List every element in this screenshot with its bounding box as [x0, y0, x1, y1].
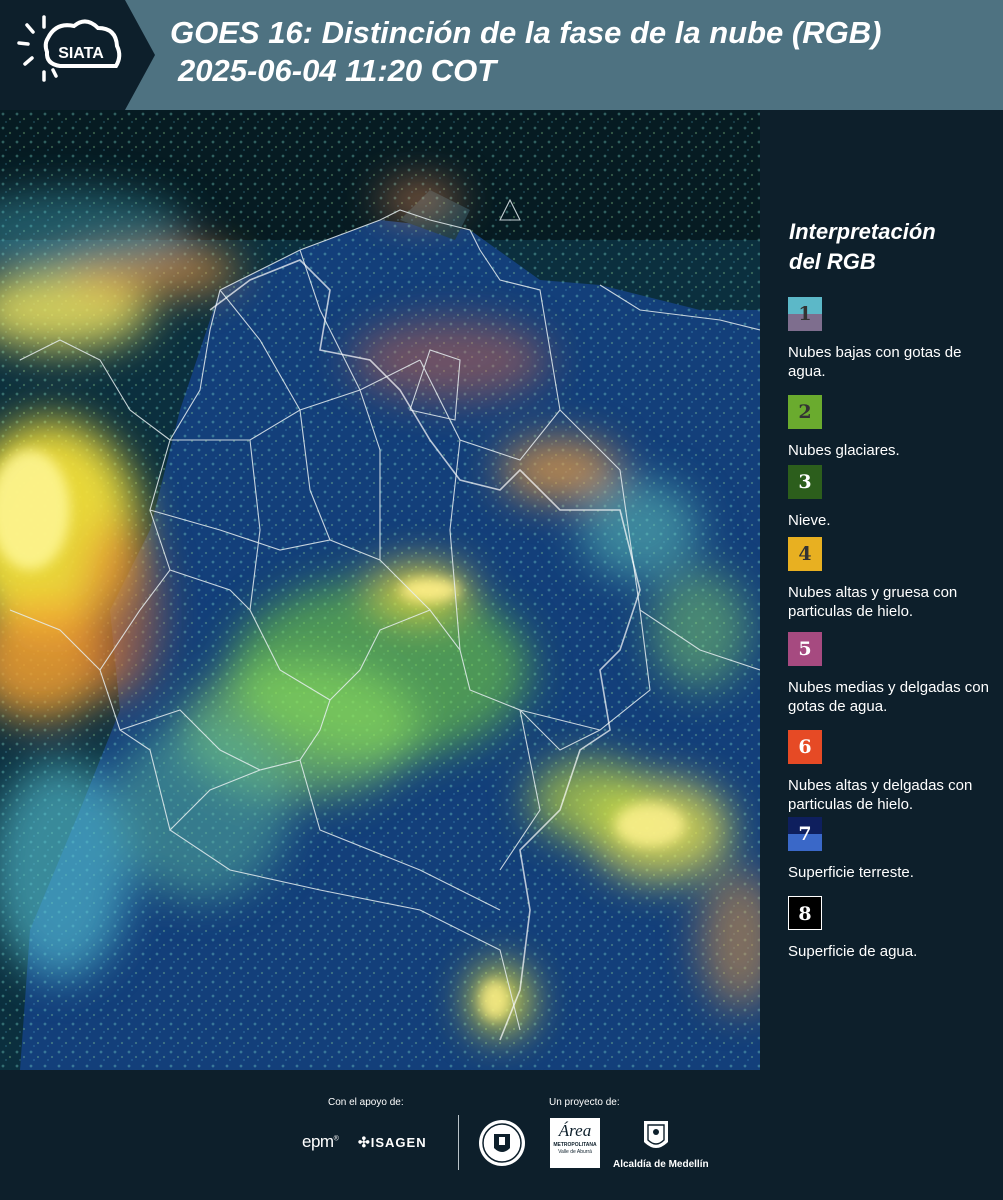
legend-label: Nubes bajas con gotas de agua.: [788, 344, 962, 380]
legend-swatch: 5: [788, 632, 822, 666]
amva-logo-subtext: METROPOLITANA: [553, 1142, 597, 1148]
legend-label: Nubes medias y delgadas con gotas de agu…: [788, 679, 989, 715]
legend-swatch: 7: [788, 817, 822, 851]
siata-logo: SIATA: [0, 0, 155, 110]
title-line-2: 2025-06-04 11:20 COT: [178, 53, 497, 88]
isagen-mark-icon: ✣: [358, 1134, 371, 1150]
epm-logo: epm®: [302, 1132, 339, 1151]
amva-logo: Área METROPOLITANA Valle de Aburrá: [550, 1118, 600, 1168]
legend-swatch: 8: [788, 896, 822, 930]
legend-item: 3 Nieve.: [788, 465, 1003, 530]
support-label: Con el apoyo de:: [328, 1097, 404, 1108]
legend-label: Superficie terreste.: [788, 864, 914, 881]
amva-logo-subtext-2: Valle de Aburrá: [558, 1149, 592, 1155]
isagen-logo-text: ISAGEN: [370, 1135, 427, 1150]
legend-label: Nubes altas y delgadas con particulas de…: [788, 777, 973, 813]
legend-item: 7 Superficie terreste.: [788, 817, 1003, 882]
medellin-seal-icon: [477, 1118, 527, 1168]
legend-swatch: 4: [788, 537, 822, 571]
project-label: Un proyecto de:: [549, 1097, 620, 1108]
legend-item: 6 Nubes altas y delgadas con particulas d…: [788, 730, 1003, 814]
legend-item: 8 Superficie de agua.: [788, 896, 1003, 961]
legend-item: 4 Nubes altas y gruesa con particulas de …: [788, 537, 1003, 621]
legend-swatch-number: 4: [798, 543, 812, 565]
legend-swatch-number: 7: [798, 823, 812, 845]
legend-swatch-number: 8: [798, 903, 812, 925]
legend-swatch: 6: [788, 730, 822, 764]
legend-swatch-number: 2: [798, 401, 812, 423]
legend-item: 2 Nubes glaciares.: [788, 395, 1003, 460]
legend-swatch: 2: [788, 395, 822, 429]
alcaldia-shield-icon: [641, 1118, 671, 1156]
alcaldia-logo-text: Alcaldía de Medellín: [613, 1159, 709, 1170]
legend-label: Nieve.: [788, 512, 831, 529]
legend-title-line-1: Interpretación: [789, 219, 936, 244]
footer: Con el apoyo de: Un proyecto de: epm® ✣I…: [0, 1070, 1003, 1200]
legend-label: Nubes glaciares.: [788, 442, 900, 459]
legend-title-line-2: del RGB: [789, 249, 876, 274]
legend-item: 1 Nubes bajas con gotas de agua.: [788, 297, 1003, 381]
legend-item: 5 Nubes medias y delgadas con gotas de ag…: [788, 632, 1003, 716]
legend-label: Nubes altas y gruesa con particulas de h…: [788, 584, 958, 620]
amva-logo-text: Área: [558, 1121, 592, 1140]
legend-label: Superficie de agua.: [788, 943, 918, 960]
legend-swatch: 1: [788, 297, 822, 331]
header-bar: SIATA GOES 16: Distinción de la fase de …: [0, 0, 1003, 110]
satellite-map: [0, 110, 760, 1070]
title-line-1: GOES 16: Distinción de la fase de la nub…: [170, 15, 882, 50]
legend-title: Interpretación del RGB: [789, 217, 936, 277]
footer-divider: [458, 1115, 459, 1170]
siata-logo-text: SIATA: [58, 45, 104, 62]
legend-swatch-number: 1: [798, 303, 812, 325]
legend-swatch-number: 3: [798, 471, 812, 493]
legend-panel: Interpretación del RGB 1 Nubes bajas con …: [760, 110, 1003, 1070]
legend-swatch: 3: [788, 465, 822, 499]
legend-swatch-number: 6: [798, 736, 812, 758]
isagen-logo: ✣ISAGEN: [358, 1134, 427, 1151]
legend-swatch-number: 5: [798, 638, 812, 660]
epm-logo-text: epm: [302, 1132, 334, 1151]
page-title: GOES 16: Distinción de la fase de la nub…: [170, 14, 881, 90]
